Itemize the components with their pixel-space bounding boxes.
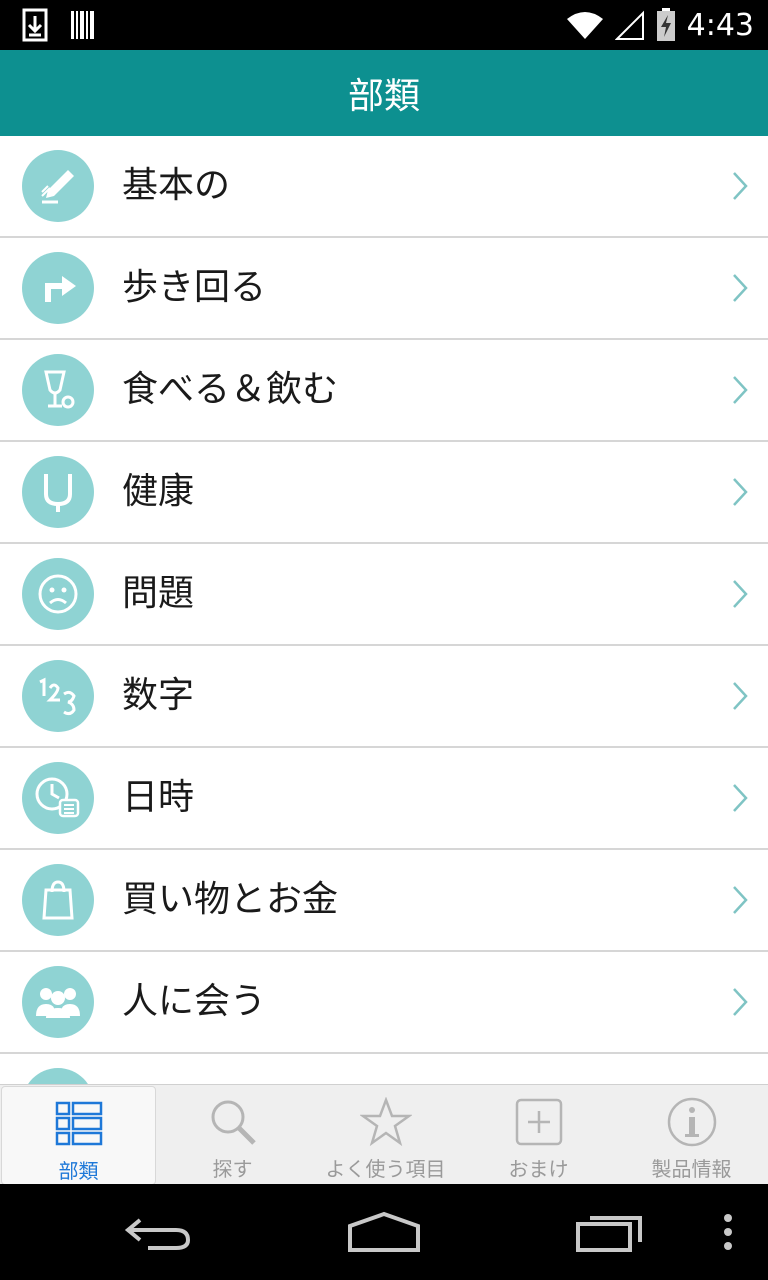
tab-label: よく使う項目: [325, 1157, 446, 1181]
list-item-label: 買い物とお金: [122, 879, 339, 920]
clock-calendar-icon: [22, 762, 94, 834]
people-icon: [22, 966, 94, 1038]
signal-icon: [614, 10, 644, 40]
list-item-meeting-people[interactable]: 人に会う: [0, 952, 768, 1054]
chevron-right-icon: [733, 172, 748, 200]
list-item-health[interactable]: 健康: [0, 442, 768, 544]
search-icon: [206, 1095, 260, 1149]
list-item-shopping-money[interactable]: 買い物とお金: [0, 850, 768, 952]
chevron-right-icon: [733, 886, 748, 914]
status-bar: 4:43: [0, 0, 768, 50]
tab-label: 探す: [212, 1157, 253, 1181]
chevron-right-icon: [733, 580, 748, 608]
chevron-right-icon: [733, 478, 748, 506]
numbers-icon: [22, 660, 94, 732]
list-item-label: 食べる＆飲む: [122, 369, 339, 410]
stethoscope-icon: [22, 456, 94, 528]
list-icon: [52, 1097, 106, 1151]
tab-label: 部類: [58, 1159, 99, 1183]
list-item-label: 日時: [122, 777, 195, 818]
chevron-right-icon: [733, 376, 748, 404]
battery-charging-icon: [656, 8, 675, 41]
tab-categories[interactable]: 部類: [1, 1086, 156, 1185]
food-drink-icon: [22, 354, 94, 426]
status-time: 4:43: [686, 7, 754, 43]
info-icon: [665, 1095, 719, 1149]
list-item-label: 人に会う: [122, 981, 267, 1022]
list-item-getting-around[interactable]: 歩き回る: [0, 238, 768, 340]
chevron-right-icon: [733, 682, 748, 710]
tab-extras[interactable]: おまけ: [462, 1085, 615, 1185]
tab-product-info[interactable]: 製品情報: [615, 1085, 768, 1185]
page-title: 部類: [347, 76, 420, 117]
title-bar: 部類: [0, 50, 768, 136]
list-item-partial[interactable]: [0, 1054, 768, 1084]
category-list[interactable]: 基本の 歩き回る 食べる＆飲む 健康 問題 数字 日時 買い物とお金 人に会う: [0, 136, 768, 1084]
list-item-basic[interactable]: 基本の: [0, 136, 768, 238]
wifi-icon: [566, 12, 603, 39]
list-item-label: 問題: [122, 573, 195, 614]
list-item-label: 健康: [122, 471, 195, 512]
shopping-bag-icon: [22, 864, 94, 936]
pencil-icon: [22, 150, 94, 222]
home-icon[interactable]: [346, 1208, 422, 1256]
category-icon: [22, 1068, 94, 1084]
chevron-right-icon: [733, 274, 748, 302]
back-icon[interactable]: [124, 1208, 196, 1256]
overflow-menu-icon[interactable]: [720, 1208, 736, 1256]
list-item-date-time[interactable]: 日時: [0, 748, 768, 850]
recents-icon[interactable]: [574, 1208, 646, 1256]
list-item-problems[interactable]: 問題: [0, 544, 768, 646]
tab-search[interactable]: 探す: [156, 1085, 309, 1185]
list-item-label: 数字: [122, 675, 195, 716]
turn-arrow-icon: [22, 252, 94, 324]
chevron-right-icon: [733, 988, 748, 1016]
barcode-icon: [71, 11, 94, 39]
list-item-label: 基本の: [122, 165, 231, 206]
sad-face-icon: [22, 558, 94, 630]
tab-favorites[interactable]: よく使う項目: [309, 1085, 462, 1185]
download-icon: [22, 8, 48, 42]
star-icon: [359, 1095, 413, 1149]
chevron-right-icon: [733, 784, 748, 812]
list-item-label: 歩き回る: [122, 267, 267, 308]
list-item-numbers[interactable]: 数字: [0, 646, 768, 748]
list-item-eating-drinking[interactable]: 食べる＆飲む: [0, 340, 768, 442]
nav-bar: [0, 1184, 768, 1280]
tab-label: おまけ: [508, 1157, 569, 1181]
plus-box-icon: [512, 1095, 566, 1149]
tab-label: 製品情報: [651, 1157, 732, 1181]
tab-bar: 部類 探す よく使う項目 おまけ 製品情報: [0, 1084, 768, 1185]
